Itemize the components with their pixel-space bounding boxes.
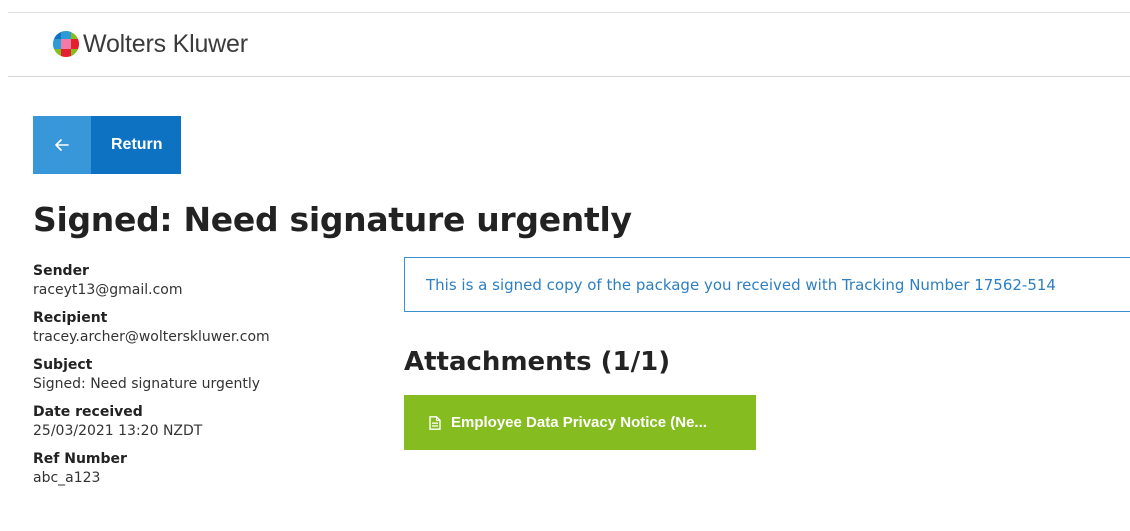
attachments-heading: Attachments (1/1)	[404, 347, 671, 377]
return-label: Return	[91, 116, 181, 174]
document-icon	[429, 415, 441, 430]
page-title: Signed: Need signature urgently	[33, 200, 632, 239]
attachment-button[interactable]: Employee Data Privacy Notice (Ne...	[404, 395, 756, 450]
subject-value: Signed: Need signature urgently	[33, 376, 261, 392]
notice-text: This is a signed copy of the package you…	[426, 275, 1056, 294]
recipient-label: Recipient	[33, 310, 108, 326]
message-details: Sender raceyt13@gmail.com Recipient trac…	[33, 262, 373, 497]
date-received-value: 25/03/2021 13:20 NZDT	[33, 423, 203, 439]
sender-label: Sender	[33, 263, 89, 279]
wolters-kluwer-globe-logo-icon	[53, 31, 79, 57]
brand-name: Wolters Kluwer	[83, 30, 248, 58]
attachment-label: Employee Data Privacy Notice (Ne...	[451, 414, 707, 431]
recipient-value: tracey.archer@wolterskluwer.com	[33, 329, 270, 345]
left-arrow-icon	[33, 116, 91, 174]
ref-number-label: Ref Number	[33, 451, 127, 467]
app-header: Wolters Kluwer	[8, 13, 1130, 77]
ref-number-value: abc_a123	[33, 470, 101, 486]
date-received-label: Date received	[33, 404, 143, 420]
signed-copy-notice: This is a signed copy of the package you…	[404, 257, 1130, 312]
subject-label: Subject	[33, 357, 93, 373]
brand-logo[interactable]: Wolters Kluwer	[52, 30, 248, 58]
return-button[interactable]: Return	[33, 116, 181, 174]
sender-value: raceyt13@gmail.com	[33, 282, 183, 298]
